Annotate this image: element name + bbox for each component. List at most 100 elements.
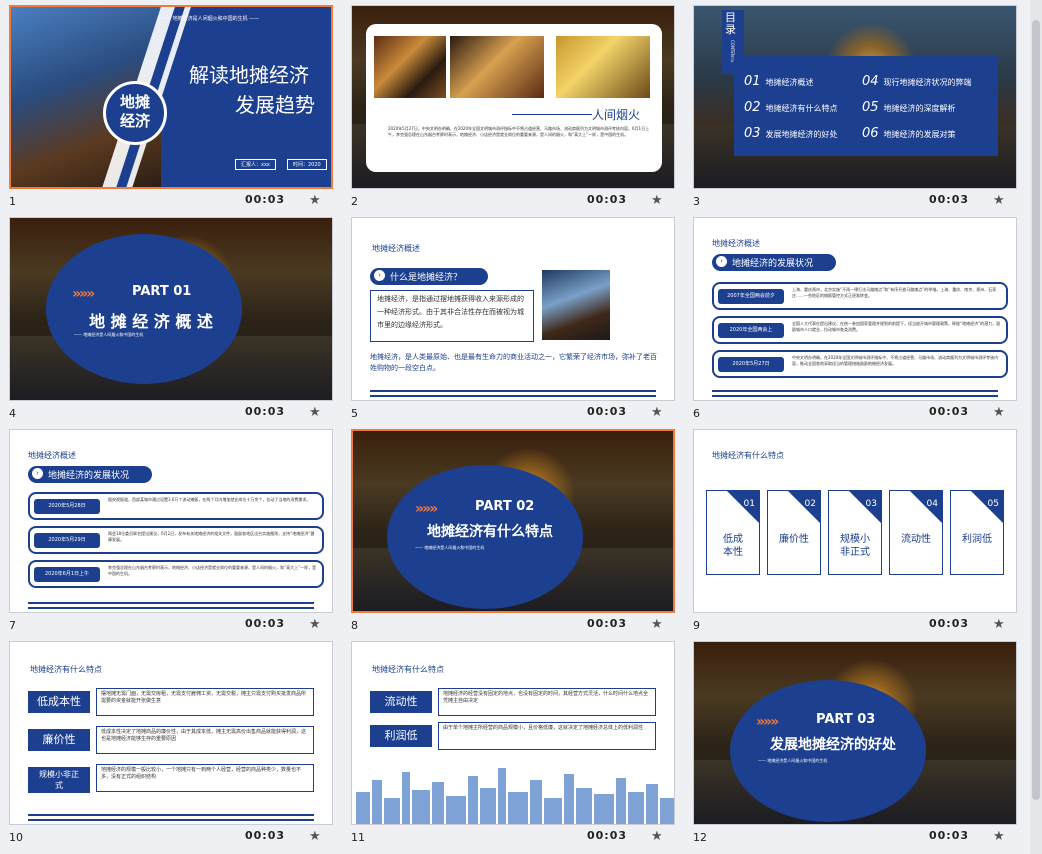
animation-star-icon[interactable]: ★ [651,829,663,844]
slide-number: 10 [9,831,23,844]
slide-thumbnail-3[interactable]: 目录 CONTENTS 01 地摊经济概述 04 现行地摊经济状况的弊端 02 地摊经济有… [684,0,1026,212]
timeline-date: 2020年5月29日 [34,533,100,548]
timeline-text: 据央视报道，西部某城市通过设置3.6万个流动摊贩，在两个月内增加就业岗位十万余个… [108,497,311,502]
slide-3[interactable]: 目录 CONTENTS 01 地摊经济概述 04 现行地摊经济状况的弊端 02 地摊经济有… [693,5,1017,189]
item-title: 地摊经济有什么特点 [765,104,838,113]
feature-label: 利润低 [370,725,432,747]
feature-description: 摆地摊无需门面，无需交房租，无需支付雇佣工资，无需交税，摊主只需支付购买批发商品… [96,688,314,716]
animation-star-icon[interactable]: ★ [993,829,1005,844]
item-title: 发展地摊经济的好处 [765,130,838,139]
slide-duration: 00:03 [245,829,286,842]
arrow-icon: › [32,468,43,479]
item-number: 05 [862,100,879,115]
animation-star-icon[interactable]: ★ [993,193,1005,208]
part-subtitle: —— 地摊经济是人间烟火和中国的生机 [758,758,828,763]
slide-10[interactable]: 地摊经济有什么特点 低成本性 摆地摊无需门面，无需交房租，无需支付雇佣工资，无需交… [9,641,333,825]
slide-12[interactable]: »»» PART 03 发展地摊经济的好处 —— 地摊经济是人间烟火和中国的生机 [693,641,1017,825]
animation-star-icon[interactable]: ★ [309,617,321,632]
slide-thumbnail-8[interactable]: »»» PART 02 地摊经济有什么特点 —— 地摊经济是人间烟火和中国的生机… [342,424,684,636]
slide-1[interactable]: —— 地摊经济是人间烟火和中国的生机 —— 地摊 经济 解读地摊经济 发展趋势 … [9,5,333,189]
section-title: 地摊经济概述 [372,244,420,253]
timeline-row: 2020年5月27日 中央文明办明确，在2020年全国文明城市测评指标中，不将占道… [712,350,1008,378]
slide-number: 1 [9,195,16,208]
animation-star-icon[interactable]: ★ [993,405,1005,420]
part-oval: »»» PART 03 发展地摊经济的好处 —— 地摊经济是人间烟火和中国的生机 [730,680,926,822]
slide-thumbnail-4[interactable]: »»» PART 01 地 摊 经 济 概 述 —— 地摊经济是人间烟火和中国的… [0,212,342,424]
part-title: 发展地摊经济的好处 [770,737,896,753]
slide-2[interactable]: 人间烟火 2020年5月27日，中央文明办明确，在2020年全国文明城市测评指标… [351,5,675,189]
slide-thumbnail-7[interactable]: 地摊经济概述 › 地摊经济的发展状况 2020年5月28日 据央视报道，西部某城市通… [0,424,342,636]
slide-number: 8 [351,619,358,632]
card-label-line: 利润低 [962,534,992,545]
bottom-rule [28,602,314,609]
animation-star-icon[interactable]: ★ [309,193,321,208]
slide-9[interactable]: 地摊经济有什么特点 01 低成 本性 02 廉价性 03 规模小 非正式 04 流动性 05 利润低 [693,429,1017,613]
section-title: 地摊经济概述 [28,451,76,460]
reporter-box: 汇报人：xxx [235,159,276,170]
heading-pill: › 地摊经济的发展状况 [28,466,152,483]
slide-duration: 00:03 [929,193,970,206]
animation-star-icon[interactable]: ★ [651,193,663,208]
animation-star-icon[interactable]: ★ [993,617,1005,632]
slide-4[interactable]: »»» PART 01 地 摊 经 济 概 述 —— 地摊经济是人间烟火和中国的… [9,217,333,401]
contents-item: 06 地摊经济的发展对策 [862,122,956,141]
card-number: 03 [865,499,877,509]
slide-7[interactable]: 地摊经济概述 › 地摊经济的发展状况 2020年5月28日 据央视报道，西部某城市通… [9,429,333,613]
summary-text: 地摊经济，是人类最原始、也是最有生命力的商业活动之一，它繁荣了经济市场，弥补了老… [370,353,657,372]
question-pill: › 什么是地摊经济？ [370,268,488,285]
food-photo [450,36,544,98]
slide-6[interactable]: 地摊经济概述 › 地摊经济的发展状况 2007年全国两会前夕 上海、重庆两市，北京实… [693,217,1017,401]
timeline-date: 2020年5月28日 [34,499,100,514]
item-number: 03 [744,126,761,141]
slide-duration: 00:03 [587,829,628,842]
timeline-text: 全国人大代表在提出建议，在统一参加国家管理并规划的前提下，适当放开城市管理政策，… [792,321,1001,332]
arrow-icon: › [374,270,385,281]
slide-number: 6 [693,407,700,420]
slide-11[interactable]: 地摊经济有什么特点 流动性 地摊经济的经营没有固定的地点，也没有固定的时间，其经营… [351,641,675,825]
slide-thumbnail-5[interactable]: 地摊经济概述 › 什么是地摊经济？ 地摊经济，是指通过摆地摊获得收入来源形成的一种… [342,212,684,424]
bottom-rule [28,814,314,821]
slide-8[interactable]: »»» PART 02 地摊经济有什么特点 —— 地摊经济是人间烟火和中国的生机 [351,429,675,613]
card-number: 01 [743,499,755,509]
title-line-1: 解读地摊经济 [189,63,309,87]
slide-thumbnail-10[interactable]: 地摊经济有什么特点 低成本性 摆地摊无需门面，无需交房租，无需支付雇佣工资，无需交… [0,636,342,848]
section-title: 地摊经济概述 [712,239,760,248]
heading-text: 地摊经济的发展状况 [48,471,130,481]
slide-thumbnail-9[interactable]: 地摊经济有什么特点 01 低成 本性 02 廉价性 03 规模小 非正式 04 流动性 05 利润低 … [684,424,1026,636]
card-label-line: 本性 [723,547,743,558]
feature-card: 05 利润低 [950,490,1004,575]
animation-star-icon[interactable]: ★ [309,405,321,420]
timeline-text: 上海、重庆两市，北京实施“不再一律打击马路摊点”和“有序开放马路摊点”的举措。上… [792,287,997,298]
slide-duration: 00:03 [929,829,970,842]
slide-number: 7 [9,619,16,632]
slide-thumbnail-12[interactable]: »»» PART 03 发展地摊经济的好处 —— 地摊经济是人间烟火和中国的生机… [684,636,1026,848]
animation-star-icon[interactable]: ★ [651,405,663,420]
feature-card: 02 廉价性 [767,490,821,575]
food-photo [374,36,446,98]
scrollbar[interactable] [1030,0,1042,854]
slide-number: 11 [351,831,365,844]
timeline-date: 2020年6月1日上午 [34,567,100,582]
slide-thumbnail-2[interactable]: 人间烟火 2020年5月27日，中央文明办明确，在2020年全国文明城市测评指标… [342,0,684,212]
arrows-icon: »»» [415,501,438,517]
timeline-date: 2020年5月27日 [718,357,784,372]
slide-number: 3 [693,195,700,208]
item-title: 现行地摊经济状况的弊端 [883,78,972,87]
item-number: 04 [862,74,879,89]
animation-star-icon[interactable]: ★ [309,829,321,844]
part-oval: »»» PART 02 地摊经济有什么特点 —— 地摊经济是人间烟火和中国的生机 [387,465,583,609]
slide-5[interactable]: 地摊经济概述 › 什么是地摊经济？ 地摊经济，是指通过摆地摊获得收入来源形成的一种… [351,217,675,401]
card-label-line: 廉价性 [779,534,809,545]
slide-duration: 00:03 [929,617,970,630]
card-label-line: 低成 [723,534,743,545]
feature-description: 地摊经济的规模一般比较小，一个地摊只有一到两个人经营，经营的商品种类少，数量也不… [96,764,314,792]
slide-number: 12 [693,831,707,844]
slide-sorter-grid: —— 地摊经济是人间烟火和中国的生机 —— 地摊 经济 解读地摊经济 发展趋势 … [0,0,1042,854]
slide-thumbnail-11[interactable]: 地摊经济有什么特点 流动性 地摊经济的经营没有固定的地点，也没有固定的时间，其经营… [342,636,684,848]
slide-thumbnail-1[interactable]: —— 地摊经济是人间烟火和中国的生机 —— 地摊 经济 解读地摊经济 发展趋势 … [0,0,342,212]
scrollbar-thumb[interactable] [1032,20,1040,800]
slide-thumbnail-6[interactable]: 地摊经济概述 › 地摊经济的发展状况 2007年全国两会前夕 上海、重庆两市，北京实… [684,212,1026,424]
heading-pill: › 地摊经济的发展状况 [712,254,836,271]
animation-star-icon[interactable]: ★ [651,617,663,632]
timeline-text: 中央文明办明确，在2020年全国文明城市测评指标中，不将占道经营、马路市场、流动… [792,355,999,366]
